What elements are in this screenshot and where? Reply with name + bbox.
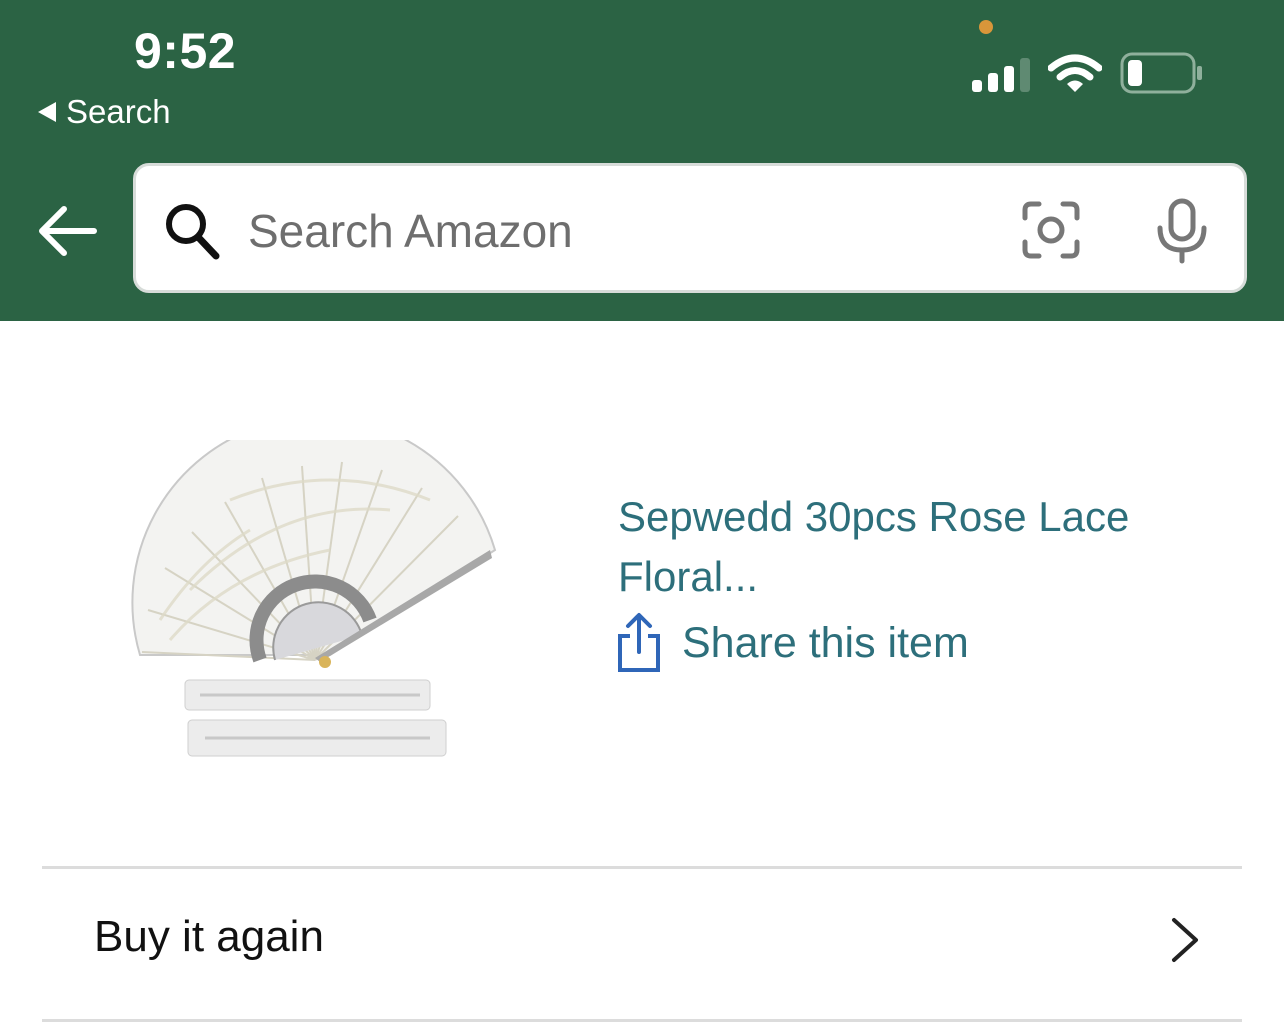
buy-it-again-label: Buy it again xyxy=(94,912,324,961)
share-item-button[interactable]: Share this item xyxy=(616,612,969,674)
share-item-label: Share this item xyxy=(682,618,969,667)
return-to-app-link[interactable]: Search xyxy=(38,93,171,131)
search-icon xyxy=(166,204,220,260)
search-bar[interactable] xyxy=(133,163,1247,293)
buy-it-again-row[interactable]: Buy it again xyxy=(42,870,1242,1020)
search-input[interactable] xyxy=(248,196,988,266)
back-arrow-icon[interactable] xyxy=(36,204,98,258)
product-title-link[interactable]: Sepwedd 30pcs Rose Lace Floral... xyxy=(618,487,1218,607)
status-time: 9:52 xyxy=(134,23,237,79)
chevron-right-icon xyxy=(1172,918,1198,962)
share-icon xyxy=(618,613,660,672)
divider-bottom xyxy=(42,1019,1242,1022)
wifi-icon xyxy=(1048,54,1102,92)
lace-hand-fan-product-image[interactable] xyxy=(130,440,510,780)
privacy-indicator-dot xyxy=(979,20,993,34)
back-triangle-icon xyxy=(38,102,56,122)
battery-icon xyxy=(1120,52,1202,94)
app-header: 9:52 Search xyxy=(0,0,1284,321)
cellular-signal-icon xyxy=(972,58,1030,92)
microphone-icon[interactable] xyxy=(1154,198,1210,264)
divider-top xyxy=(42,866,1242,869)
camera-icon[interactable] xyxy=(1021,200,1081,260)
return-to-app-label: Search xyxy=(66,93,171,130)
